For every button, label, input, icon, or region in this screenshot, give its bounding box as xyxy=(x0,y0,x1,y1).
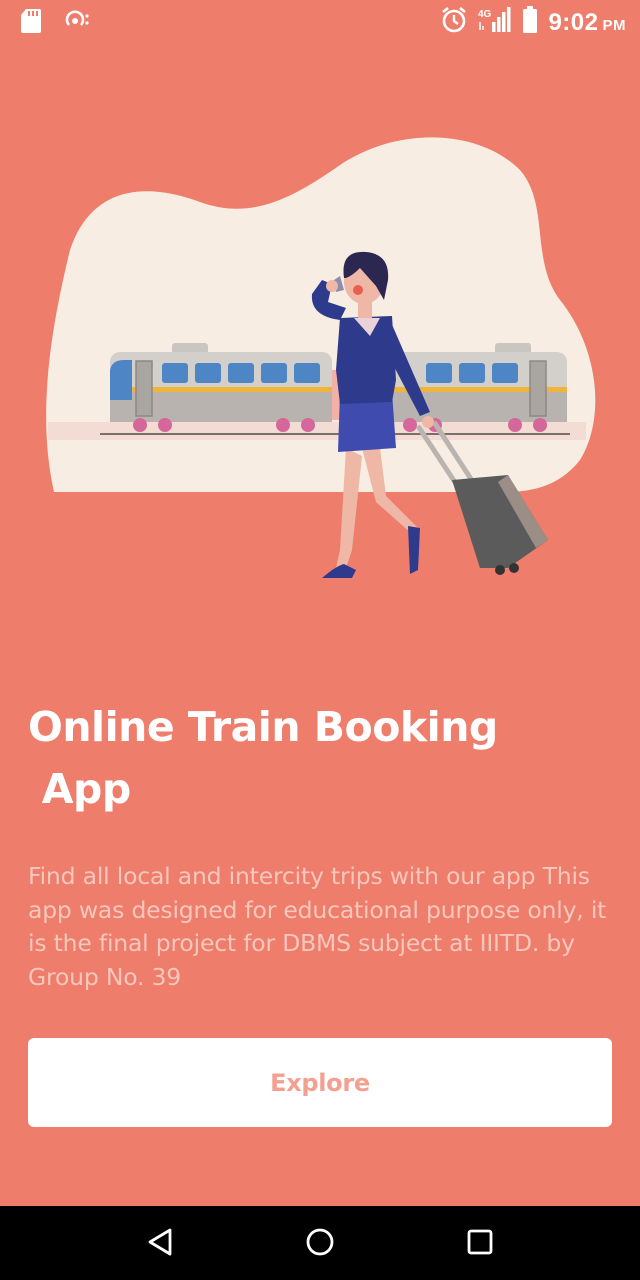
home-icon xyxy=(305,1227,335,1262)
back-icon xyxy=(146,1227,174,1262)
alarm-icon xyxy=(440,6,468,39)
recents-icon xyxy=(466,1228,494,1261)
status-bar: 4G 9:02 PM xyxy=(0,0,640,44)
clock: 9:02 PM xyxy=(548,9,626,37)
system-nav-bar xyxy=(0,1206,640,1280)
page-title: Online Train Booking App xyxy=(28,703,498,813)
explore-button[interactable]: Explore xyxy=(28,1038,612,1127)
network-type: 4G xyxy=(478,9,492,20)
clock-time: 9:02 xyxy=(548,8,599,36)
hotspot-icon xyxy=(64,10,90,37)
clock-ampm: PM xyxy=(602,16,626,34)
train-left xyxy=(110,343,332,432)
sd-card-icon xyxy=(20,8,42,39)
page-description: Find all local and intercity trips with … xyxy=(28,862,607,991)
hero-illustration xyxy=(46,137,596,578)
home-button[interactable] xyxy=(300,1224,340,1264)
back-button[interactable] xyxy=(140,1224,180,1264)
battery-icon xyxy=(522,6,538,39)
recents-button[interactable] xyxy=(460,1224,500,1264)
signal-icon: 4G xyxy=(478,6,512,39)
